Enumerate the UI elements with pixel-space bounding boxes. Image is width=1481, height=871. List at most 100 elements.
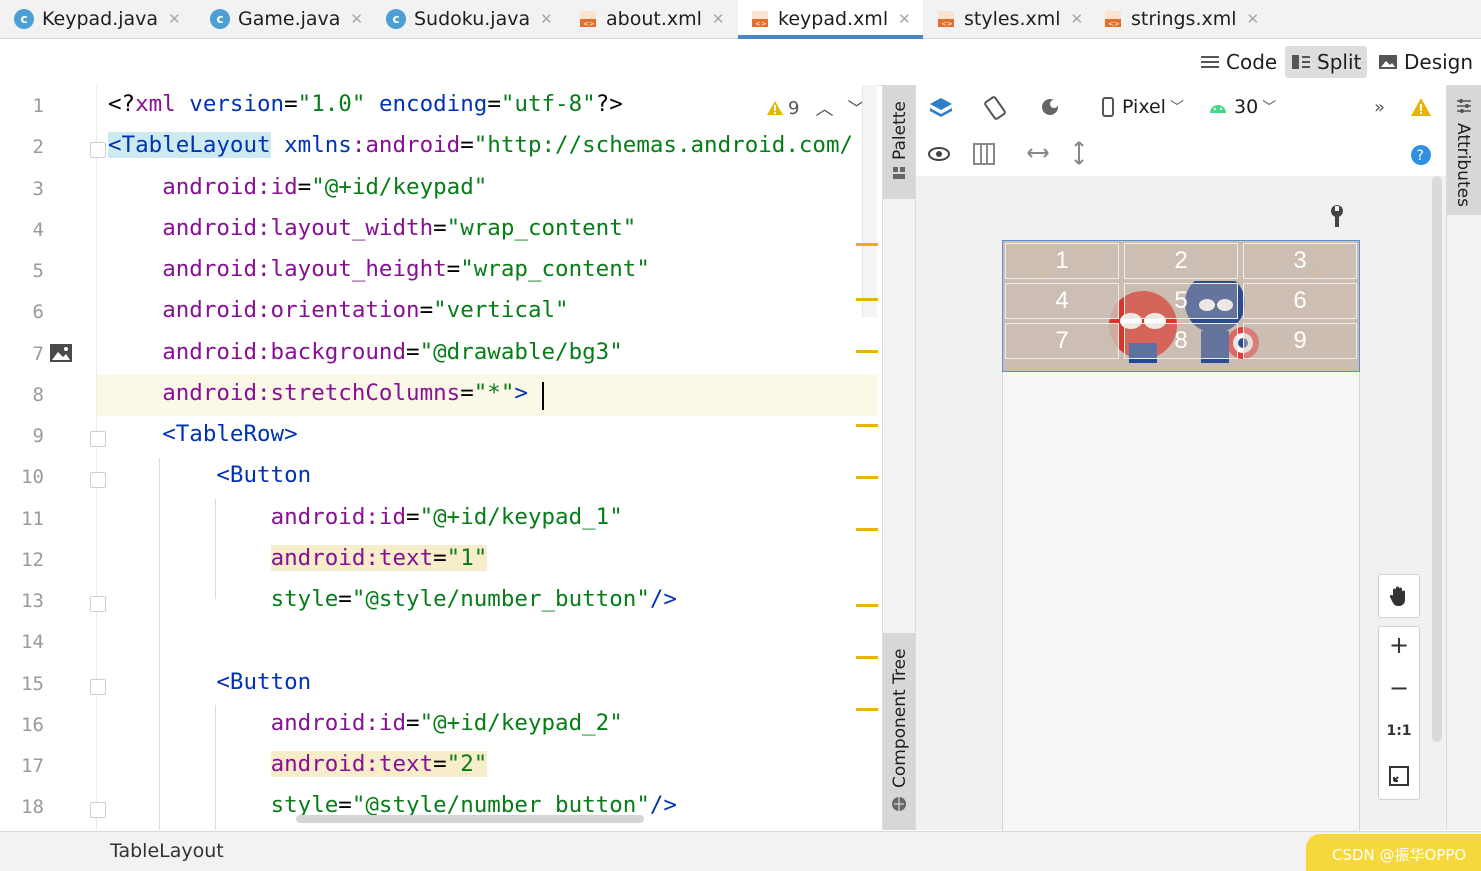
keypad-button-1[interactable]: 1 xyxy=(1005,243,1119,279)
split-view-icon xyxy=(1292,55,1310,69)
warning-stripe[interactable] xyxy=(856,298,878,301)
device-name: Pixel xyxy=(1122,96,1166,118)
horizontal-resize-icon[interactable] xyxy=(1026,144,1050,162)
code-line: <Button xyxy=(216,462,312,488)
code-line: android:layout_height="wrap_content" xyxy=(162,256,650,282)
horizontal-scrollbar[interactable] xyxy=(296,815,644,823)
api-level-selector[interactable]: 30 ﹀ xyxy=(1208,96,1276,118)
close-icon[interactable]: ✕ xyxy=(1071,10,1084,28)
overflow-chevron-icon[interactable]: » xyxy=(1374,97,1385,118)
fold-marker[interactable] xyxy=(90,142,106,158)
svg-text:<>: <> xyxy=(941,20,953,28)
warning-stripe[interactable] xyxy=(856,424,878,427)
line-number: 11 xyxy=(21,508,44,530)
palette-tab[interactable]: Palette xyxy=(883,85,915,199)
line-number: 8 xyxy=(32,384,44,406)
keypad-button-9[interactable]: 9 xyxy=(1243,323,1357,359)
zoom-in-button[interactable]: + xyxy=(1379,631,1419,659)
warning-stripe[interactable] xyxy=(856,604,878,607)
layers-icon[interactable] xyxy=(928,95,954,121)
keypad-button-2[interactable]: 2 xyxy=(1124,243,1238,279)
keypad-button-7[interactable]: 7 xyxy=(1005,323,1119,359)
device-selector[interactable]: Pixel ﹀ xyxy=(1102,96,1184,118)
fold-marker[interactable] xyxy=(90,431,106,447)
editor-scrollbar[interactable] xyxy=(862,85,877,317)
close-icon[interactable]: ✕ xyxy=(540,10,553,28)
java-class-icon: c xyxy=(386,9,406,29)
chevron-down-icon: ﹀ xyxy=(1262,100,1277,116)
keypad-button-3[interactable]: 3 xyxy=(1243,243,1357,279)
warning-icon[interactable] xyxy=(1410,97,1432,117)
globe-icon xyxy=(892,797,906,811)
fold-marker[interactable] xyxy=(90,596,106,612)
close-icon[interactable]: ✕ xyxy=(712,10,725,28)
line-number: 15 xyxy=(21,673,44,695)
warning-stripe[interactable] xyxy=(856,656,878,659)
fold-marker[interactable] xyxy=(90,802,106,818)
pan-button[interactable] xyxy=(1378,574,1420,618)
keypad-button-6[interactable]: 6 xyxy=(1243,283,1357,319)
close-icon[interactable]: ✕ xyxy=(350,10,363,28)
line-number: 16 xyxy=(21,714,44,736)
fold-marker[interactable] xyxy=(90,679,106,695)
split-mode-button[interactable]: Split xyxy=(1285,46,1368,78)
warning-stripe[interactable] xyxy=(856,476,878,479)
design-canvas[interactable]: 1 2 3 4 5 6 7 8 9 xyxy=(916,176,1446,836)
warning-stripe[interactable] xyxy=(856,350,878,353)
vertical-resize-icon[interactable] xyxy=(1070,140,1088,166)
tab-label: Sudoku.java xyxy=(414,8,531,30)
warning-stripe[interactable] xyxy=(856,243,878,246)
tab-styles-xml[interactable]: <> styles.xml ✕ xyxy=(936,0,1083,38)
attributes-tab[interactable]: Attributes xyxy=(1447,85,1481,215)
tab-sudoku-java[interactable]: c Sudoku.java ✕ xyxy=(386,0,553,38)
canvas-scrollbar[interactable] xyxy=(1432,176,1442,742)
tab-game-java[interactable]: c Game.java ✕ xyxy=(210,0,363,38)
design-mode-button[interactable]: Design xyxy=(1372,46,1479,78)
keypad-button-5[interactable]: 5 xyxy=(1124,283,1238,319)
component-tree-tab[interactable]: Component Tree xyxy=(883,633,915,830)
theme-icon[interactable] xyxy=(1038,95,1064,121)
code-editor[interactable]: 1 2 3 4 5 6 7 8 9 10 11 12 13 14 15 16 1… xyxy=(4,85,878,830)
line-number: 6 xyxy=(32,301,44,323)
keypad-button-8[interactable]: 8 xyxy=(1124,323,1238,359)
warning-stripe[interactable] xyxy=(856,708,878,711)
eye-icon[interactable] xyxy=(928,144,954,164)
tab-keypad-xml[interactable]: <> keypad.xml ✕ xyxy=(738,0,923,39)
close-icon[interactable]: ✕ xyxy=(1247,10,1260,28)
keypad-table-preview[interactable]: 1 2 3 4 5 6 7 8 9 xyxy=(1002,240,1360,372)
drawable-preview-icon[interactable] xyxy=(49,343,73,363)
warning-count: 9 xyxy=(788,97,800,119)
wrench-icon[interactable] xyxy=(1328,204,1346,228)
code-line: <TableRow> xyxy=(162,421,298,447)
breadcrumb[interactable]: TableLayout xyxy=(110,840,224,862)
status-bar: TableLayout CSDN @振华OPPO xyxy=(0,831,1481,871)
tab-about-xml[interactable]: <> about.xml ✕ xyxy=(578,0,724,38)
close-icon[interactable]: ✕ xyxy=(168,10,181,28)
line-number: 17 xyxy=(21,755,44,777)
warning-stripe[interactable] xyxy=(856,528,878,531)
tab-keypad-java[interactable]: c Keypad.java ✕ xyxy=(14,0,181,38)
sliders-icon xyxy=(1457,99,1471,113)
watermark-badge: CSDN @振华OPPO xyxy=(1306,834,1481,871)
actual-size-button[interactable]: 1:1 xyxy=(1379,723,1419,739)
tab-strings-xml[interactable]: <> strings.xml ✕ xyxy=(1103,0,1259,38)
code-line: <?xml version="1.0" encoding="utf-8"?> xyxy=(108,91,623,117)
fit-screen-icon[interactable] xyxy=(1388,765,1410,787)
view-mode-bar: Code Split Design xyxy=(4,39,1481,86)
tab-label: about.xml xyxy=(606,8,702,30)
zoom-out-button[interactable]: − xyxy=(1379,674,1419,702)
inspection-widget[interactable]: 9 ︿ ﹀ xyxy=(766,95,865,121)
svg-text:?: ? xyxy=(1417,148,1424,164)
close-icon[interactable]: ✕ xyxy=(898,10,911,28)
tab-label: styles.xml xyxy=(964,8,1061,30)
previous-highlight-icon[interactable]: ︿ xyxy=(815,95,833,121)
code-lines-icon xyxy=(1201,56,1219,68)
fold-marker[interactable] xyxy=(90,472,106,488)
line-number: 14 xyxy=(21,631,44,653)
line-number: 4 xyxy=(32,219,44,241)
orientation-icon[interactable] xyxy=(982,95,1008,121)
blueprint-icon[interactable] xyxy=(972,142,996,166)
keypad-button-4[interactable]: 4 xyxy=(1005,283,1119,319)
help-icon[interactable]: ? xyxy=(1410,144,1432,166)
code-mode-button[interactable]: Code xyxy=(1194,46,1283,78)
